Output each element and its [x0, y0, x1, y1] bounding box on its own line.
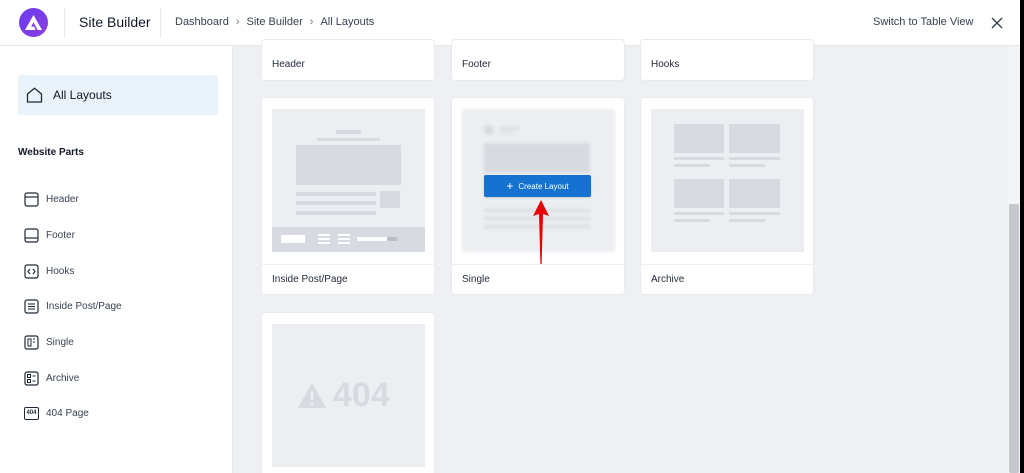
sidebar-item-label: 404 Page [46, 407, 89, 419]
archive-thumbnail [651, 109, 804, 252]
sidebar-item-label: Header [46, 193, 79, 205]
breadcrumb-site-builder[interactable]: Site Builder [247, 16, 303, 28]
header-layout-icon [24, 191, 39, 207]
card-title: Inside Post/Page [272, 274, 348, 285]
close-icon[interactable] [988, 14, 1006, 32]
sidebar-item-archive[interactable]: Archive [24, 368, 79, 388]
sidebar-item-404-page[interactable]: 404 404 Page [24, 403, 89, 423]
card-divider [641, 264, 813, 265]
switch-to-table-view-link[interactable]: Switch to Table View [873, 16, 973, 28]
plus-icon: + [506, 179, 514, 193]
archive-grid-icon [24, 370, 39, 386]
window-edge [1020, 0, 1024, 473]
home-icon [26, 87, 43, 103]
sidebar-item-all-layouts[interactable]: All Layouts [18, 75, 218, 115]
layout-card-hooks[interactable]: Hooks [641, 40, 813, 80]
sidebar-item-inside-post-page[interactable]: Inside Post/Page [24, 296, 122, 316]
red-arrow-annotation-icon [533, 200, 549, 264]
sidebar-item-label: All Layouts [53, 88, 112, 102]
breadcrumb-all-layouts: All Layouts [320, 16, 375, 28]
layout-card-header[interactable]: Header [262, 40, 434, 80]
404-text: 404 [333, 376, 390, 414]
scrollbar-thumb[interactable] [1009, 204, 1019, 473]
app-title: Site Builder [79, 14, 151, 30]
footer-layout-icon [24, 227, 39, 243]
site-builder-window: Site Builder Dashboard › Site Builder › … [0, 0, 1020, 473]
404-badge-icon: 404 [24, 406, 39, 420]
chevron-right-icon: › [235, 16, 240, 28]
inside-post-page-thumbnail [272, 109, 425, 252]
breadcrumb: Dashboard › Site Builder › All Layouts [175, 16, 374, 28]
layout-card-404-page[interactable]: 404 [262, 313, 434, 473]
astra-logo-icon[interactable] [19, 8, 48, 37]
sidebar: All Layouts Website Parts Header Footer … [0, 46, 233, 473]
sidebar-item-header[interactable]: Header [24, 189, 79, 209]
single-layout-icon [24, 334, 39, 350]
breadcrumb-dashboard[interactable]: Dashboard [175, 16, 229, 28]
sidebar-item-footer[interactable]: Footer [24, 225, 75, 245]
layout-card-footer[interactable]: Footer [452, 40, 624, 80]
card-title: Single [462, 274, 490, 285]
sidebar-item-label: Hooks [46, 265, 75, 277]
create-layout-label: Create Layout [518, 181, 569, 191]
header-divider [64, 8, 65, 38]
warning-triangle-icon [298, 383, 326, 408]
card-title: Footer [462, 59, 491, 70]
chevron-right-icon: › [309, 16, 314, 28]
sidebar-item-label: Single [46, 336, 74, 348]
create-layout-button[interactable]: + Create Layout [484, 175, 591, 197]
sidebar-item-label: Footer [46, 229, 75, 241]
sidebar-item-label: Inside Post/Page [46, 300, 122, 312]
card-title: Header [272, 59, 305, 70]
card-title: Archive [651, 274, 685, 285]
sidebar-item-label: Archive [46, 372, 80, 384]
header-divider [160, 8, 161, 38]
layout-card-inside-post-page[interactable]: Inside Post/Page [262, 98, 434, 294]
404-thumbnail: 404 [272, 324, 425, 467]
sidebar-item-single[interactable]: Single [24, 332, 74, 352]
card-divider [262, 264, 434, 265]
code-brackets-icon [24, 263, 39, 279]
sidebar-item-hooks[interactable]: Hooks [24, 261, 74, 281]
section-title: Website Parts [18, 147, 84, 158]
document-lines-icon [24, 298, 39, 314]
card-title: Hooks [651, 59, 680, 70]
layout-card-archive[interactable]: Archive [641, 98, 813, 294]
